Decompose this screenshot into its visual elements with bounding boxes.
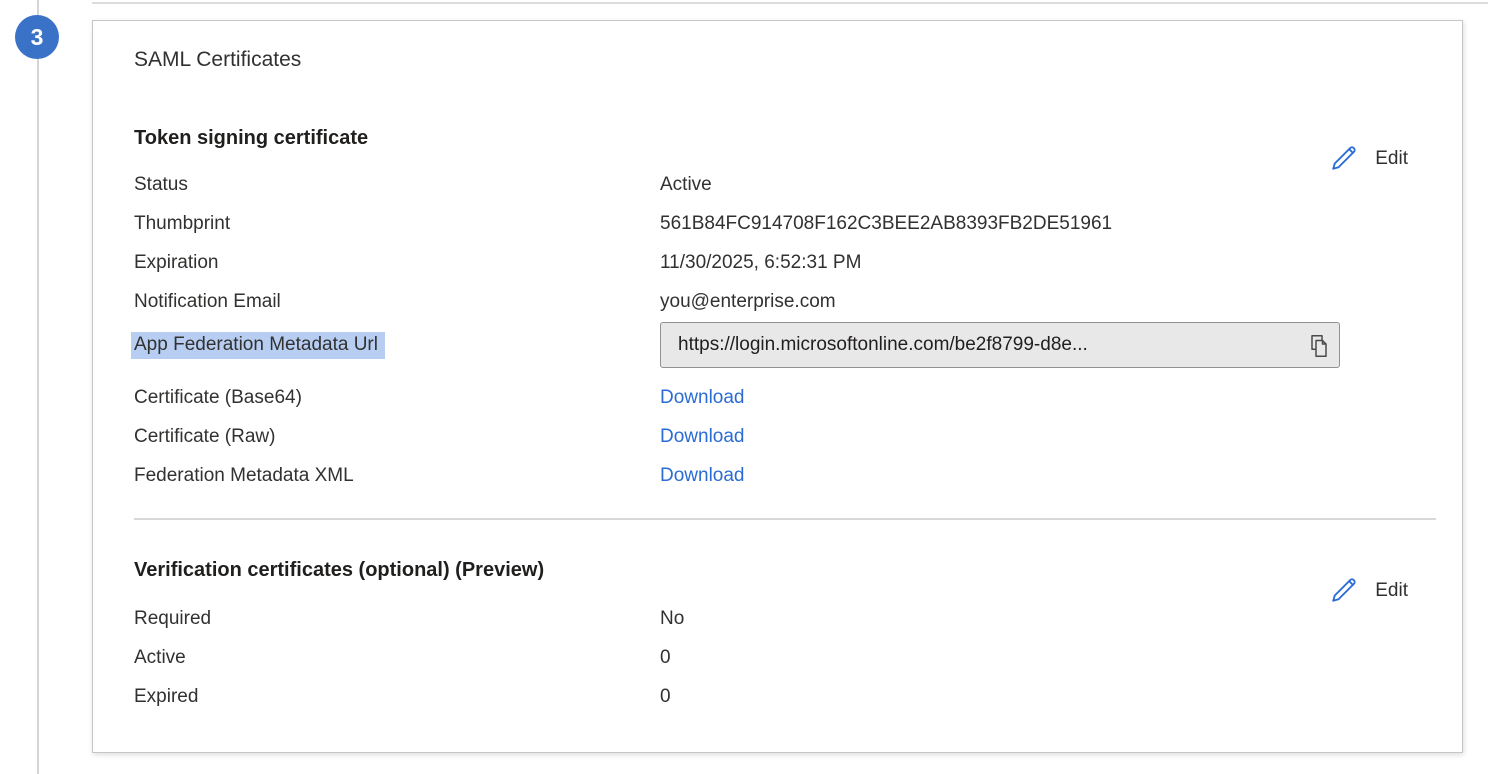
certificate-raw-row: Certificate (Raw) Download <box>134 417 1436 456</box>
token-signing-rows: Status Active Thumbprint 561B84FC914708F… <box>134 165 1436 321</box>
expiration-row: Expiration 11/30/2025, 6:52:31 PM <box>134 243 1436 282</box>
expiration-value: 11/30/2025, 6:52:31 PM <box>660 243 861 282</box>
certificate-base64-label: Certificate (Base64) <box>134 378 660 417</box>
copy-icon[interactable] <box>1308 334 1330 358</box>
pencil-icon <box>1329 143 1359 179</box>
pencil-icon <box>1329 575 1359 611</box>
certificate-raw-download-link[interactable]: Download <box>660 417 745 456</box>
edit-verification-button[interactable]: Edit <box>1329 573 1408 609</box>
federation-metadata-xml-label: Federation Metadata XML <box>134 456 660 495</box>
saml-certificates-card: SAML Certificates Token signing certific… <box>92 20 1463 753</box>
app-federation-metadata-url-label: App Federation Metadata Url <box>131 332 385 359</box>
step-connector-line <box>37 0 39 774</box>
previous-card-bottom-border <box>92 2 1488 4</box>
status-label: Status <box>134 165 660 204</box>
active-value: 0 <box>660 638 671 677</box>
metadata-url-input[interactable] <box>661 334 1302 356</box>
certificate-base64-row: Certificate (Base64) Download <box>134 378 1436 417</box>
expired-label: Expired <box>134 677 660 716</box>
certificate-raw-label: Certificate (Raw) <box>134 417 660 456</box>
card-title: SAML Certificates <box>134 47 1436 73</box>
required-value: No <box>660 599 684 638</box>
metadata-url-field <box>660 322 1340 368</box>
notification-email-value: you@enterprise.com <box>660 282 836 321</box>
verification-rows: Required No Active 0 Expired 0 <box>134 599 1436 716</box>
token-signing-certificate-heading: Token signing certificate <box>134 124 1436 152</box>
expired-value: 0 <box>660 677 671 716</box>
active-label: Active <box>134 638 660 677</box>
notification-email-label: Notification Email <box>134 282 660 321</box>
step-number-badge: 3 <box>15 15 59 59</box>
notification-email-row: Notification Email you@enterprise.com <box>134 282 1436 321</box>
thumbprint-row: Thumbprint 561B84FC914708F162C3BEE2AB839… <box>134 204 1436 243</box>
edit-verification-label: Edit <box>1375 580 1408 602</box>
expired-row: Expired 0 <box>134 677 1436 716</box>
certificate-downloads: Certificate (Base64) Download Certificat… <box>134 378 1436 495</box>
federation-metadata-xml-download-link[interactable]: Download <box>660 456 745 495</box>
thumbprint-label: Thumbprint <box>134 204 660 243</box>
thumbprint-value: 561B84FC914708F162C3BEE2AB8393FB2DE51961 <box>660 204 1112 243</box>
active-row: Active 0 <box>134 638 1436 677</box>
federation-metadata-xml-row: Federation Metadata XML Download <box>134 456 1436 495</box>
required-label: Required <box>134 599 660 638</box>
status-row: Status Active <box>134 165 1436 204</box>
certificate-base64-download-link[interactable]: Download <box>660 378 745 417</box>
section-divider <box>134 518 1436 520</box>
edit-token-signing-button[interactable]: Edit <box>1329 141 1408 177</box>
required-row: Required No <box>134 599 1436 638</box>
verification-certificates-heading: Verification certificates (optional) (Pr… <box>134 556 1436 584</box>
edit-token-signing-label: Edit <box>1375 148 1408 170</box>
app-federation-metadata-url-row: App Federation Metadata Url <box>134 321 1436 369</box>
expiration-label: Expiration <box>134 243 660 282</box>
status-value: Active <box>660 165 712 204</box>
